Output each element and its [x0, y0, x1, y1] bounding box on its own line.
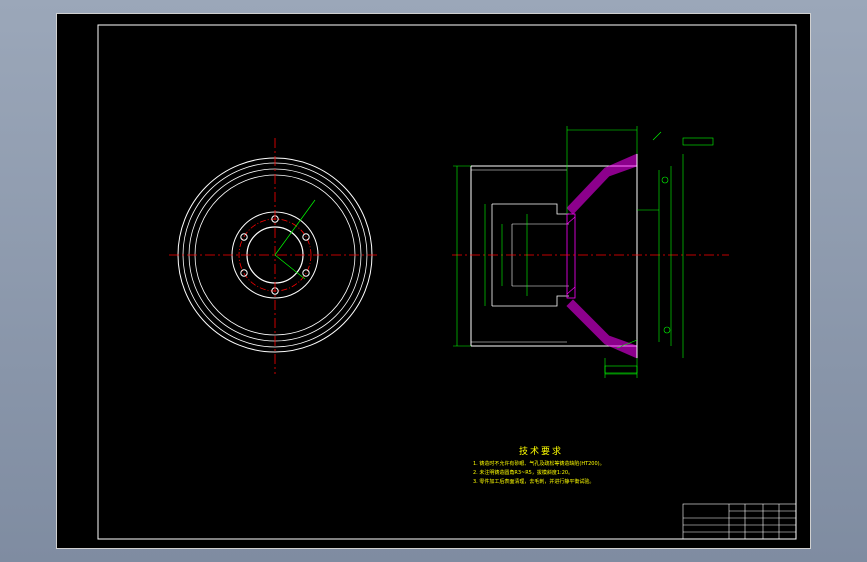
- drawing-canvas: [97, 24, 797, 540]
- section-view: [452, 126, 729, 378]
- requirement-item-3: 3. 零件加工后表面清理，去毛刺，并进行静平衡试验。: [473, 479, 595, 485]
- requirements-title: 技术要求: [519, 447, 564, 457]
- requirement-item-2: 2. 未注明铸造圆角R3~R5，拔模斜度1:20。: [473, 470, 574, 476]
- bolt-hole-3: [302, 269, 310, 277]
- title-block: [682, 503, 797, 540]
- hub-hatch-2: [566, 286, 576, 295]
- web-lower-hatch: [566, 299, 638, 359]
- bolt-hole-6: [240, 233, 248, 241]
- hub-profile-bottom: [492, 295, 569, 307]
- drawing-sheet: 技术要求 1. 铸造时不允许有砂眼、气孔及疏松等铸造缺陷(HT200)。 2. …: [56, 13, 811, 549]
- hub-hatch-1: [566, 216, 576, 225]
- front-view: [169, 138, 379, 374]
- requirement-item-1: 1. 铸造时不允许有砂眼、气孔及疏松等铸造缺陷(HT200)。: [473, 461, 605, 467]
- cad-viewport: 技术要求 1. 铸造时不允许有砂眼、气孔及疏松等铸造缺陷(HT200)。 2. …: [0, 0, 867, 562]
- web-upper-hatch: [566, 153, 638, 215]
- inner-frame: [97, 24, 797, 540]
- hub-wall-hatch: [566, 213, 576, 299]
- hub-profile-top: [492, 203, 569, 215]
